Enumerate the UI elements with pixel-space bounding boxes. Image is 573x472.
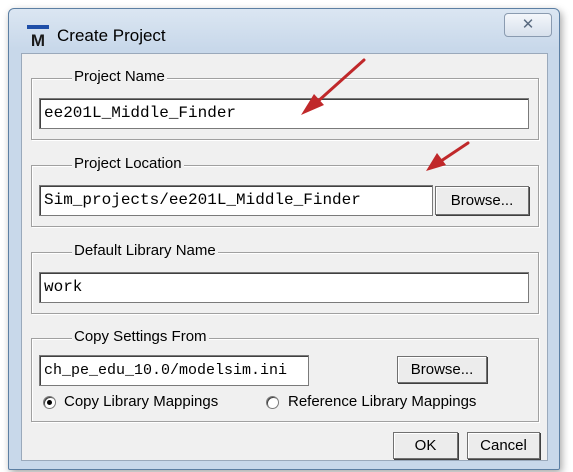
copy-settings-browse-button[interactable]: Browse...	[397, 356, 487, 383]
copy-settings-legend: Copy Settings From	[72, 328, 209, 345]
close-icon: ✕	[521, 16, 535, 33]
radio-selected-dot	[47, 400, 52, 405]
project-location-group: Project Location Sim_projects/ee201L_Mid…	[31, 155, 539, 227]
copy-settings-group: Copy Settings From ch_pe_edu_10.0/models…	[31, 328, 539, 422]
ok-button[interactable]: OK	[393, 432, 458, 459]
copy-settings-input[interactable]: ch_pe_edu_10.0/modelsim.ini	[39, 355, 309, 386]
dialog-body: Project Name ee201L_Middle_Finder Projec…	[21, 53, 548, 461]
project-name-input[interactable]: ee201L_Middle_Finder	[39, 98, 529, 129]
default-library-input[interactable]: work	[39, 272, 529, 303]
window-title: Create Project	[57, 26, 166, 45]
create-project-dialog: M Create Project ✕ Project Name ee201L_M…	[8, 8, 560, 470]
project-location-legend: Project Location	[72, 155, 184, 172]
reference-library-mappings-label[interactable]: Reference Library Mappings	[288, 393, 476, 410]
copy-library-mappings-radio[interactable]	[43, 396, 56, 409]
project-name-group: Project Name ee201L_Middle_Finder	[31, 68, 539, 140]
project-name-legend: Project Name	[72, 68, 167, 85]
copy-library-mappings-label[interactable]: Copy Library Mappings	[64, 393, 218, 410]
default-library-legend: Default Library Name	[72, 242, 218, 259]
svg-text:M: M	[31, 31, 45, 47]
close-button[interactable]: ✕	[504, 13, 552, 37]
default-library-group: Default Library Name work	[31, 242, 539, 314]
title-bar: M Create Project ✕	[9, 9, 559, 49]
modelsim-logo-icon: M	[27, 25, 49, 47]
cancel-button[interactable]: Cancel	[467, 432, 540, 459]
reference-library-mappings-radio[interactable]	[266, 396, 279, 409]
project-location-input[interactable]: Sim_projects/ee201L_Middle_Finder	[39, 185, 433, 216]
project-location-browse-button[interactable]: Browse...	[435, 186, 529, 215]
